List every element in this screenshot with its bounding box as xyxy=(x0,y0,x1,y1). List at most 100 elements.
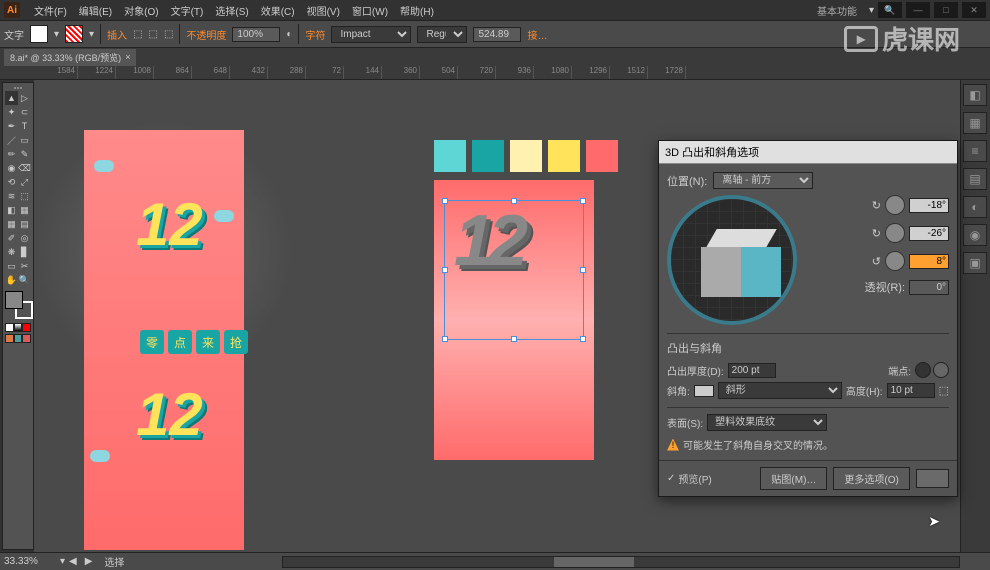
free-transform-tool[interactable]: ⬚ xyxy=(18,189,31,203)
transparency-panel-icon[interactable]: ◐ xyxy=(963,196,987,218)
width-tool[interactable]: ≋ xyxy=(5,189,18,203)
angle-x-input[interactable] xyxy=(909,198,949,213)
brush-tool[interactable]: ✏ xyxy=(5,147,18,161)
fill-stroke-swatches[interactable] xyxy=(5,291,33,319)
wand-tool[interactable]: ✦ xyxy=(5,105,18,119)
eyedropper-tool[interactable]: ✐ xyxy=(5,231,18,245)
maximize-icon[interactable]: □ xyxy=(934,2,958,18)
blend-tool[interactable]: ◎ xyxy=(18,231,31,245)
resize-handle[interactable] xyxy=(442,198,448,204)
fill-chevron-icon[interactable]: ▾ xyxy=(54,29,59,40)
type-tool[interactable]: T xyxy=(18,119,31,133)
tab-close-icon[interactable]: × xyxy=(125,52,130,62)
artboard-nav-next-icon[interactable]: ▶ xyxy=(81,556,97,567)
shape-builder-tool[interactable]: ◧ xyxy=(5,203,18,217)
menu-window[interactable]: 窗口(W) xyxy=(346,3,394,18)
opacity-input[interactable] xyxy=(232,27,280,42)
ok-button[interactable] xyxy=(916,469,949,488)
anchor-btn2[interactable]: ⬚ xyxy=(149,29,158,40)
scroll-thumb[interactable] xyxy=(554,557,634,567)
working-artboard[interactable]: 12 xyxy=(434,180,594,460)
resize-handle[interactable] xyxy=(580,267,586,273)
cap-on-button[interactable] xyxy=(915,362,931,378)
palette-swatch[interactable] xyxy=(472,140,504,172)
angle-y-input[interactable] xyxy=(909,226,949,241)
palette-swatch[interactable] xyxy=(548,140,580,172)
blob-tool[interactable]: ◉ xyxy=(5,161,18,175)
map-art-button[interactable]: 贴图(M)… xyxy=(760,467,827,490)
resize-handle[interactable] xyxy=(511,198,517,204)
appearance-panel-icon[interactable]: ◉ xyxy=(963,224,987,246)
font-select[interactable]: Impact xyxy=(331,26,411,43)
line-tool[interactable]: ／ xyxy=(5,133,18,147)
perspective-tool[interactable]: ▦ xyxy=(18,203,31,217)
selection-tool[interactable]: ▲ xyxy=(5,91,18,105)
preview-checkbox[interactable]: ✓预览(P) xyxy=(667,471,712,486)
minimize-icon[interactable]: — xyxy=(906,2,930,18)
workspace-chevron-icon[interactable]: ▾ xyxy=(869,5,874,16)
gradient-panel-icon[interactable]: ▤ xyxy=(963,168,987,190)
document-tab[interactable]: 8.ai* @ 33.33% (RGB/预览) × xyxy=(4,49,136,66)
stroke-panel-icon[interactable]: ≡ xyxy=(963,140,987,162)
more-options-button[interactable]: 更多选项(O) xyxy=(833,467,909,490)
layers-panel-icon[interactable]: ▣ xyxy=(963,252,987,274)
position-select[interactable]: 离轴 - 前方 xyxy=(713,172,813,189)
palette-swatch[interactable] xyxy=(586,140,618,172)
resize-handle[interactable] xyxy=(580,336,586,342)
screen-mode-buttons[interactable] xyxy=(5,334,31,343)
anchor-btn1[interactable]: ⬚ xyxy=(133,29,142,40)
bevel-select[interactable]: 斜形 xyxy=(718,382,842,399)
menu-view[interactable]: 视图(V) xyxy=(301,3,346,18)
zoom-tool[interactable]: 🔍 xyxy=(18,273,31,287)
angle-z-dial[interactable] xyxy=(885,251,905,271)
rotate-tool[interactable]: ⟲ xyxy=(5,175,18,189)
swatches-panel-icon[interactable]: ▦ xyxy=(963,112,987,134)
pen-tool[interactable]: ✒ xyxy=(5,119,18,133)
cap-off-button[interactable] xyxy=(933,362,949,378)
palette-swatch[interactable] xyxy=(434,140,466,172)
symbol-tool[interactable]: ❋ xyxy=(5,245,18,259)
depth-input[interactable] xyxy=(728,363,776,378)
menu-edit[interactable]: 编辑(E) xyxy=(73,3,118,18)
search-icon[interactable]: 🔍 xyxy=(878,2,902,18)
gradient-tool[interactable]: ▤ xyxy=(18,217,31,231)
slice-tool[interactable]: ✂ xyxy=(18,259,31,273)
workspace-selector[interactable]: 基本功能 xyxy=(809,3,865,18)
menu-effect[interactable]: 效果(C) xyxy=(255,3,301,18)
hand-tool[interactable]: ✋ xyxy=(5,273,18,287)
horizontal-scrollbar[interactable] xyxy=(282,556,960,568)
font-size-input[interactable] xyxy=(473,27,521,42)
style-icon[interactable]: ◐ xyxy=(286,29,292,40)
perspective-input[interactable] xyxy=(909,280,949,295)
palette-swatch[interactable] xyxy=(510,140,542,172)
angle-z-input[interactable] xyxy=(909,254,949,269)
fill-swatch[interactable] xyxy=(30,25,48,43)
height-input[interactable] xyxy=(887,383,935,398)
rotation-cube-preview[interactable] xyxy=(667,195,797,325)
selection-bounding-box[interactable] xyxy=(444,200,584,340)
menu-type[interactable]: 文字(T) xyxy=(165,3,210,18)
menu-select[interactable]: 选择(S) xyxy=(209,3,254,18)
menu-object[interactable]: 对象(O) xyxy=(118,3,164,18)
font-style-select[interactable]: Regu… xyxy=(417,26,467,43)
close-icon[interactable]: ✕ xyxy=(962,2,986,18)
direct-select-tool[interactable]: ▷ xyxy=(18,91,31,105)
lasso-tool[interactable]: ⊂ xyxy=(18,105,31,119)
resize-handle[interactable] xyxy=(511,336,517,342)
pencil-tool[interactable]: ✎ xyxy=(18,147,31,161)
color-panel-icon[interactable]: ◧ xyxy=(963,84,987,106)
menu-help[interactable]: 帮助(H) xyxy=(394,3,440,18)
resize-handle[interactable] xyxy=(442,336,448,342)
rect-tool[interactable]: ▭ xyxy=(18,133,31,147)
resize-handle[interactable] xyxy=(580,198,586,204)
dialog-titlebar[interactable]: 3D 凸出和斜角选项 xyxy=(659,141,957,164)
angle-y-dial[interactable] xyxy=(885,223,905,243)
resize-handle[interactable] xyxy=(442,267,448,273)
3d-extrude-dialog[interactable]: 3D 凸出和斜角选项 位置(N): 离轴 - 前方 ↻ xyxy=(658,140,958,497)
zoom-level[interactable]: 33.33% xyxy=(0,556,60,567)
stroke-swatch[interactable] xyxy=(65,25,83,43)
menu-file[interactable]: 文件(F) xyxy=(28,3,73,18)
anchor-btn3[interactable]: ⬚ xyxy=(164,29,173,40)
angle-x-dial[interactable] xyxy=(885,195,905,215)
eraser-tool[interactable]: ⌫ xyxy=(18,161,31,175)
